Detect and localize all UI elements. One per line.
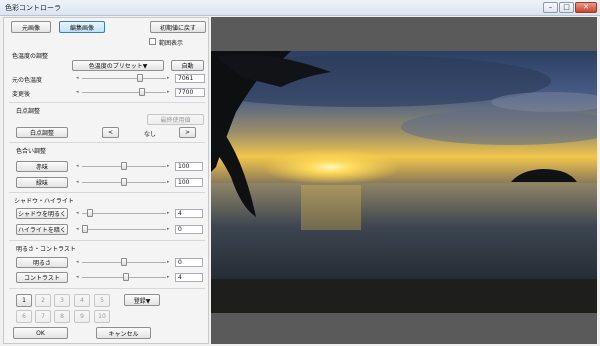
cancel-button[interactable]: キャンセル bbox=[96, 327, 151, 339]
ok-button[interactable]: OK bbox=[13, 327, 68, 339]
preset-slot[interactable]: 9 bbox=[74, 310, 90, 323]
preset-slot[interactable]: 2 bbox=[35, 294, 51, 307]
arrow-right-icon: ▸ bbox=[167, 210, 170, 216]
white-point-status: なし bbox=[144, 131, 157, 138]
color-temp-heading: 色温度の調整 bbox=[12, 53, 49, 60]
shadow-highlight-heading: シャドウ・ハイライト bbox=[14, 198, 74, 205]
highlight-label: ハイライトを暗く bbox=[16, 224, 68, 235]
reset-button[interactable]: 初期値に戻す bbox=[150, 21, 206, 33]
control-panel: 元画像 編集画像 初期値に戻す 範囲表示 色温度の調整 色温度のプリセット▼ 自… bbox=[3, 17, 209, 344]
slider-track bbox=[82, 78, 166, 79]
arrow-right-icon: ▸ bbox=[167, 89, 170, 95]
divider bbox=[9, 240, 205, 241]
original-temp-slider[interactable]: ◂ ▸ bbox=[76, 73, 172, 84]
maximize-icon[interactable]: □ bbox=[559, 2, 574, 13]
slider-thumb[interactable] bbox=[136, 74, 143, 82]
slider-thumb[interactable] bbox=[87, 209, 94, 217]
converted-temp-value[interactable]: 7700 bbox=[175, 88, 205, 97]
original-temp-value[interactable]: 7061 bbox=[175, 74, 205, 83]
green-value[interactable]: 100 bbox=[175, 178, 203, 187]
contrast-label: コントラスト bbox=[16, 272, 68, 283]
slider-thumb[interactable] bbox=[138, 88, 145, 96]
arrow-left-icon: ◂ bbox=[76, 89, 79, 95]
original-temp-label: 元の色温度 bbox=[12, 77, 43, 84]
arrow-left-icon: ◂ bbox=[76, 274, 79, 280]
arrow-right-icon: ▸ bbox=[167, 259, 170, 265]
range-display-label: 範囲表示 bbox=[159, 40, 184, 47]
next-button[interactable]: > bbox=[179, 127, 196, 138]
shadow-slider[interactable]: ◂ ▸ bbox=[76, 208, 172, 219]
edited-image-button[interactable]: 編集画像 bbox=[59, 21, 105, 33]
preview-photo bbox=[211, 51, 597, 313]
close-icon[interactable]: ✕ bbox=[575, 2, 597, 13]
arrow-left-icon: ◂ bbox=[76, 210, 79, 216]
range-display-checkbox[interactable] bbox=[149, 38, 156, 45]
converted-temp-slider[interactable]: ◂ ▸ bbox=[76, 87, 172, 98]
arrow-left-icon: ◂ bbox=[76, 259, 79, 265]
last-used-button[interactable]: 最終使用値 bbox=[147, 114, 204, 125]
brightness-contrast-heading: 明るさ・コントラスト bbox=[16, 246, 76, 253]
brightness-label: 明るさ bbox=[16, 257, 68, 268]
slider-track bbox=[82, 92, 166, 93]
arrow-left-icon: ◂ bbox=[76, 163, 79, 169]
preset-slot[interactable]: 7 bbox=[35, 310, 51, 323]
prev-button[interactable]: < bbox=[102, 127, 119, 138]
red-label: 赤味 bbox=[16, 161, 68, 172]
slider-thumb[interactable] bbox=[121, 162, 127, 170]
highlight-slider[interactable]: ◂ ▸ bbox=[76, 224, 172, 235]
contrast-value[interactable]: 4 bbox=[175, 273, 203, 282]
window-title: 色彩コントローラ bbox=[5, 4, 61, 12]
title-bar: 色彩コントローラ – □ ✕ bbox=[0, 0, 600, 16]
divider bbox=[9, 288, 205, 289]
brightness-value[interactable]: 0 bbox=[175, 258, 203, 267]
image-preview-area bbox=[211, 17, 597, 344]
preset-slot[interactable]: 6 bbox=[16, 310, 32, 323]
red-slider[interactable]: ◂ ▸ bbox=[76, 161, 172, 172]
arrow-right-icon: ▸ bbox=[167, 75, 170, 81]
preset-slot[interactable]: 8 bbox=[54, 310, 70, 323]
slider-thumb[interactable] bbox=[82, 225, 88, 233]
divider bbox=[9, 192, 205, 193]
register-dropdown[interactable]: 登録▼ bbox=[124, 294, 160, 306]
minimize-icon[interactable]: – bbox=[543, 2, 558, 13]
color-temp-preset-dropdown[interactable]: 色温度のプリセット▼ bbox=[72, 60, 164, 71]
slider-thumb[interactable] bbox=[122, 273, 129, 281]
white-point-heading: 白点調整 bbox=[16, 108, 41, 115]
slider-track bbox=[82, 213, 166, 214]
arrow-left-icon: ◂ bbox=[76, 179, 79, 185]
highlight-value[interactable]: 0 bbox=[175, 225, 203, 234]
slider-thumb[interactable] bbox=[121, 178, 127, 186]
green-label: 緑味 bbox=[16, 177, 68, 188]
slider-thumb[interactable] bbox=[121, 258, 127, 266]
divider bbox=[9, 142, 205, 143]
converted-temp-label: 変更後 bbox=[12, 91, 31, 98]
preset-slot[interactable]: 10 bbox=[94, 310, 110, 323]
arrow-right-icon: ▸ bbox=[167, 226, 170, 232]
preset-slot[interactable]: 4 bbox=[74, 294, 90, 307]
arrow-right-icon: ▸ bbox=[167, 163, 170, 169]
arrow-right-icon: ▸ bbox=[167, 274, 170, 280]
shadow-label: シャドウを明るく bbox=[16, 208, 68, 219]
tint-heading: 色合い調整 bbox=[16, 148, 47, 155]
arrow-left-icon: ◂ bbox=[76, 75, 79, 81]
arrow-right-icon: ▸ bbox=[167, 179, 170, 185]
slider-track bbox=[82, 229, 166, 230]
original-image-button[interactable]: 元画像 bbox=[11, 21, 51, 33]
green-slider[interactable]: ◂ ▸ bbox=[76, 177, 172, 188]
brightness-slider[interactable]: ◂ ▸ bbox=[76, 257, 172, 268]
auto-button[interactable]: 自動 bbox=[171, 60, 204, 71]
arrow-left-icon: ◂ bbox=[76, 226, 79, 232]
shadow-value[interactable]: 4 bbox=[175, 209, 203, 218]
contrast-slider[interactable]: ◂ ▸ bbox=[76, 272, 172, 283]
preset-slot[interactable]: 1 bbox=[16, 294, 32, 307]
red-value[interactable]: 100 bbox=[175, 162, 203, 171]
preset-slot[interactable]: 3 bbox=[54, 294, 70, 307]
preset-slot[interactable]: 5 bbox=[94, 294, 110, 307]
divider bbox=[9, 102, 205, 103]
white-point-button[interactable]: 白点調整 bbox=[16, 127, 68, 138]
